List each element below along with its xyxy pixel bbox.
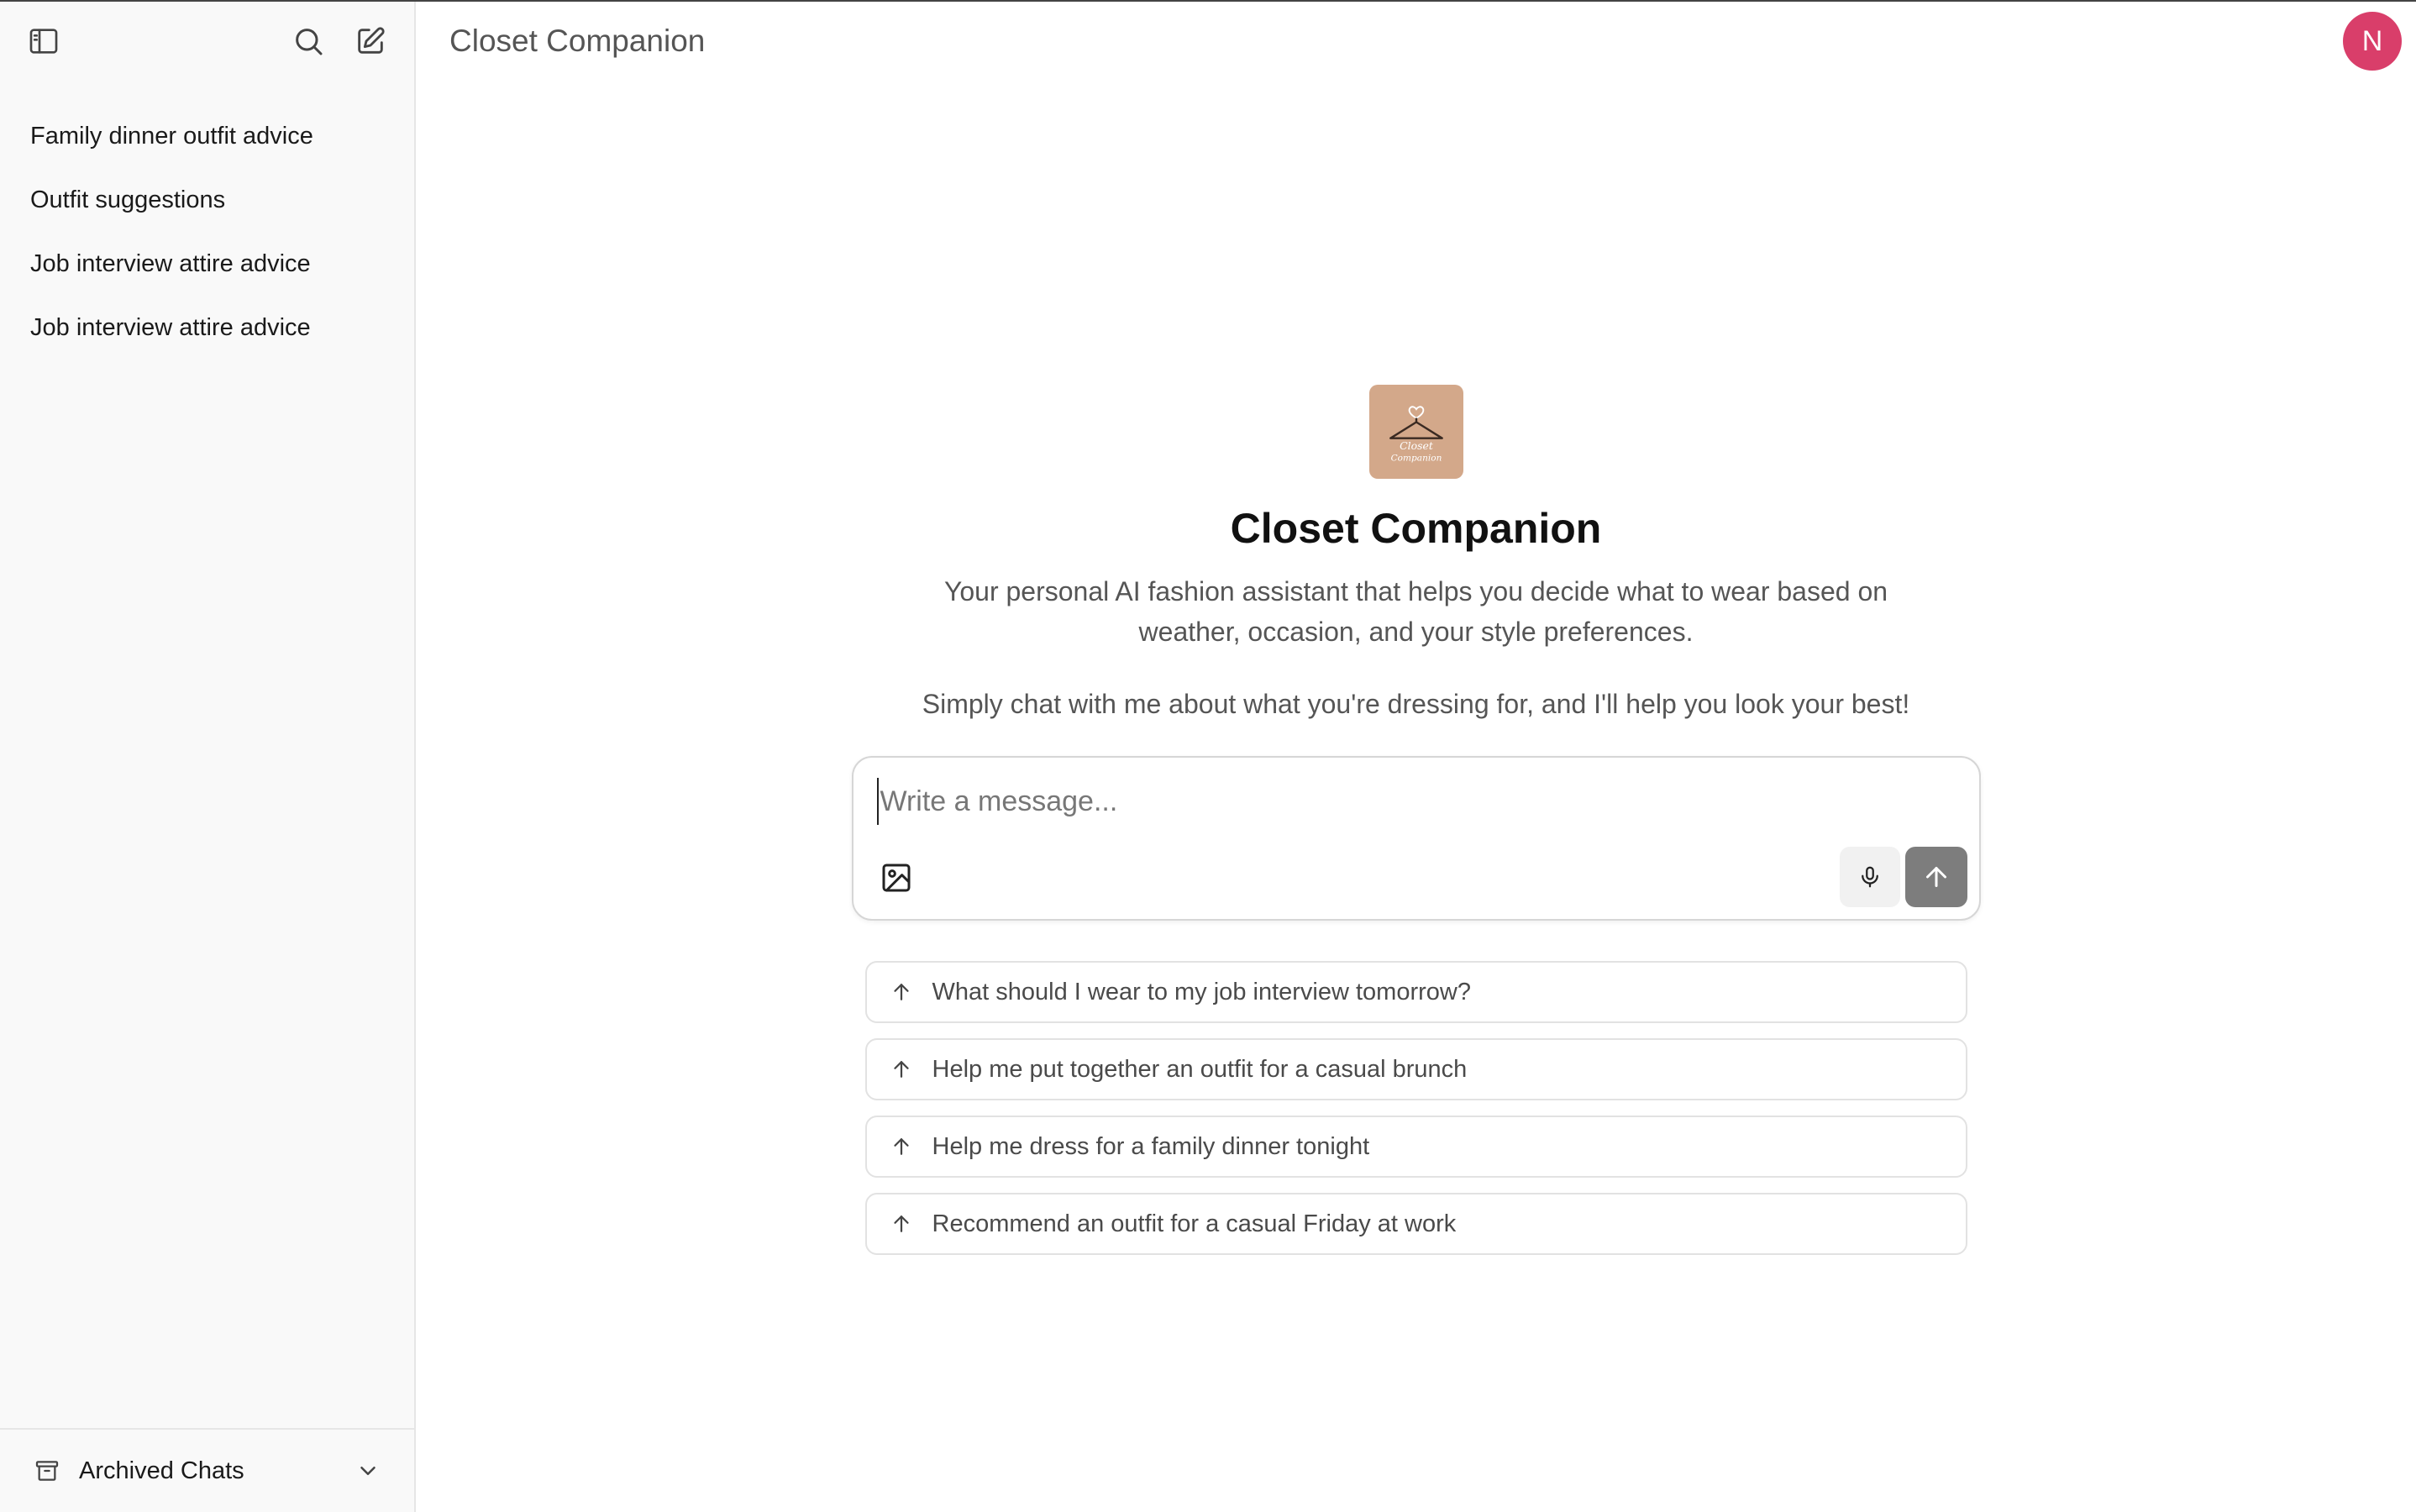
message-input[interactable]	[876, 778, 1952, 825]
arrow-up-icon	[893, 1061, 909, 1078]
welcome-panel: Closet Companion Closet Companion Your p…	[416, 385, 2416, 1255]
voice-input-button[interactable]	[1839, 847, 1900, 907]
sidebar-toggle-icon	[29, 29, 58, 54]
send-button[interactable]	[1904, 847, 1967, 907]
new-chat-icon	[358, 27, 385, 54]
suggested-prompt-label: Help me dress for a family dinner tonigh…	[932, 1132, 1370, 1160]
assistant-name: Closet Companion	[1230, 505, 1602, 552]
suggested-prompt-label: What should I wear to my job interview t…	[932, 978, 1471, 1005]
assistant-description-secondary: Simply chat with me about what you're dr…	[922, 689, 1910, 719]
assistant-description: Your personal AI fashion assistant that …	[943, 576, 1888, 647]
arrow-up-icon	[1925, 867, 1946, 887]
chat-history-item[interactable]: Outfit suggestions	[0, 168, 414, 232]
suggested-prompt[interactable]: Help me put together an outfit for a cas…	[864, 1038, 1967, 1100]
microphone-icon	[1861, 866, 1878, 888]
suggested-prompt-label: Recommend an outfit for a casual Friday …	[932, 1210, 1457, 1237]
search-button[interactable]	[290, 23, 327, 60]
suggested-prompt[interactable]: What should I wear to my job interview t…	[864, 961, 1967, 1023]
new-chat-button[interactable]	[352, 23, 389, 60]
sidebar-toggle-button[interactable]	[25, 23, 62, 60]
suggested-prompt[interactable]: Help me dress for a family dinner tonigh…	[864, 1116, 1967, 1178]
archive-icon	[35, 1461, 59, 1481]
logo-text-line2: Companion	[1390, 454, 1442, 464]
chevron-down-icon	[360, 1467, 376, 1475]
sidebar: Family dinner outfit advice Outfit sugge…	[0, 2, 416, 1512]
archived-chats-toggle[interactable]: Archived Chats	[0, 1428, 414, 1512]
arrow-up-icon	[893, 1138, 909, 1155]
page-title: Closet Companion	[449, 24, 706, 58]
top-bar: Closet Companion N	[416, 2, 2416, 81]
archived-chats-label: Archived Chats	[79, 1457, 244, 1484]
chat-history-list: Family dinner outfit advice Outfit sugge…	[0, 81, 414, 1428]
suggested-prompt-label: Help me put together an outfit for a cas…	[932, 1055, 1468, 1083]
main-area: Closet Companion N Closet Companion Clos…	[416, 2, 2416, 1512]
arrow-up-icon	[893, 1215, 909, 1232]
logo-text-line1: Closet	[1400, 439, 1434, 452]
suggested-prompt[interactable]: Recommend an outfit for a casual Friday …	[864, 1193, 1967, 1255]
app-root: Family dinner outfit advice Outfit sugge…	[0, 0, 2416, 1512]
search-icon	[296, 29, 323, 55]
user-avatar[interactable]: N	[2343, 12, 2402, 71]
chat-history-item[interactable]: Job interview attire advice	[0, 232, 414, 296]
suggested-prompts: What should I wear to my job interview t…	[864, 961, 1967, 1255]
image-icon	[882, 864, 910, 892]
sidebar-header	[0, 2, 414, 81]
chat-history-item[interactable]: Job interview attire advice	[0, 296, 414, 360]
hanger-logo-icon: Closet Companion	[1389, 406, 1443, 464]
message-composer	[851, 756, 1981, 921]
chat-history-item[interactable]: Family dinner outfit advice	[0, 104, 414, 168]
arrow-up-icon	[893, 984, 909, 1000]
attach-image-button[interactable]	[875, 857, 917, 899]
assistant-logo: Closet Companion	[1368, 385, 1463, 479]
